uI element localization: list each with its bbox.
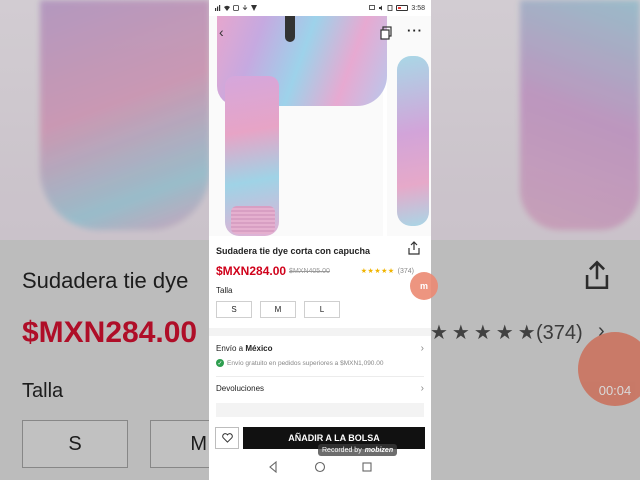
hoodie-side-image (397, 56, 429, 226)
hoodie-drawstring-image (285, 16, 295, 42)
shipping-label: Envío a (216, 343, 244, 353)
heart-icon (221, 433, 233, 443)
size-option-s[interactable]: S (216, 301, 252, 318)
size-label: Talla (216, 286, 233, 295)
recorder-watermark: Recorded by mobizen (318, 444, 398, 456)
promo-strip (216, 403, 424, 417)
shipping-row[interactable]: Envío a México › (209, 340, 431, 356)
back-arrow-icon[interactable]: ‹ (219, 24, 233, 40)
mute-icon (379, 5, 383, 11)
phone-screen: 3:58 ‹ ··· Sudadera tie dye corta con ca… (209, 0, 431, 480)
copy-icon[interactable] (379, 26, 393, 40)
product-image-gallery[interactable]: ‹ ··· (209, 16, 431, 236)
chevron-right-icon: › (420, 342, 424, 354)
watermark-brand: mobizen (364, 446, 394, 454)
wifi-icon (224, 5, 230, 11)
product-image-next[interactable] (387, 16, 431, 236)
more-icon[interactable]: ··· (407, 24, 423, 40)
free-shipping-text: Envío gratuito en pedidos superiores a $… (227, 359, 384, 367)
product-title: Sudadera tie dye corta con capucha (216, 246, 371, 256)
review-count[interactable]: (374) (398, 268, 414, 275)
cast-icon (369, 5, 376, 10)
status-icons-left (215, 5, 257, 11)
status-time: 3:58 (411, 4, 425, 12)
download-icon (242, 5, 248, 11)
nav-home-icon[interactable] (314, 461, 326, 473)
no-sim-icon (387, 5, 393, 11)
section-divider (209, 328, 431, 336)
status-bar: 3:58 (209, 0, 431, 16)
nav-back-icon[interactable] (267, 461, 279, 473)
shipping-text: Envío a México (216, 344, 273, 353)
chevron-right-icon: › (420, 382, 424, 394)
signal-icon (215, 5, 221, 11)
product-image-main (209, 16, 387, 236)
android-navigation-bar (209, 454, 431, 480)
size-options: S M L (216, 301, 424, 318)
free-shipping-note: ✓ Envío gratuito en pedidos superiores a… (209, 356, 431, 370)
battery-icon (396, 5, 409, 11)
returns-label: Devoluciones (216, 383, 265, 393)
watermark-prefix: Recorded by (322, 446, 362, 454)
product-price: $MXN284.00 (216, 264, 287, 278)
recorder-floating-badge[interactable]: m (410, 272, 438, 300)
rating-stars[interactable]: ★★★★★ (361, 267, 395, 275)
price-row: $MXN284.00 $MXN405.00 ★★★★★ (374) (216, 264, 424, 278)
share-icon[interactable] (407, 241, 421, 255)
returns-row[interactable]: Devoluciones › (209, 377, 431, 399)
check-icon: ✓ (216, 359, 224, 367)
status-icons-right: 3:58 (369, 5, 425, 12)
nav-recents-icon[interactable] (361, 461, 373, 473)
hoodie-cuff-image (231, 206, 275, 234)
size-option-l[interactable]: L (304, 301, 340, 318)
size-option-m[interactable]: M (260, 301, 296, 318)
product-original-price: $MXN405.00 (289, 267, 330, 275)
vpn-icon (251, 5, 257, 11)
product-info: Sudadera tie dye corta con capucha $MXN2… (209, 236, 431, 318)
wishlist-button[interactable] (215, 427, 239, 449)
shipping-country: México (245, 343, 273, 353)
notification-icon (233, 5, 239, 11)
